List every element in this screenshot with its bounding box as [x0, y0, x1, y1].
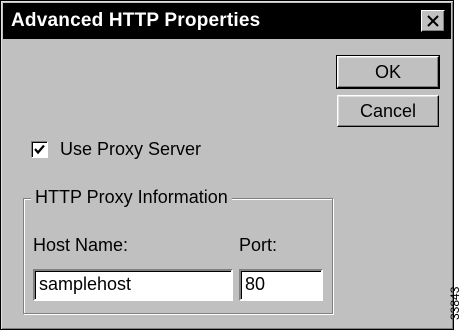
close-x-icon	[427, 15, 439, 27]
use-proxy-row[interactable]: Use Proxy Server	[31, 139, 201, 160]
port-input[interactable]: 80	[239, 269, 323, 301]
host-name-input[interactable]: samplehost	[33, 269, 233, 301]
title-bar[interactable]: Advanced HTTP Properties	[3, 3, 451, 39]
close-button[interactable]	[421, 10, 445, 32]
ok-button[interactable]: OK	[336, 55, 440, 89]
dialog-title: Advanced HTTP Properties	[11, 10, 261, 31]
use-proxy-checkbox[interactable]	[31, 141, 48, 158]
cancel-button[interactable]: Cancel	[337, 95, 439, 127]
http-proxy-group-title: HTTP Proxy Information	[31, 187, 232, 208]
port-label: Port:	[239, 235, 278, 255]
use-proxy-label: Use Proxy Server	[60, 139, 202, 159]
figure-code: 33843	[448, 286, 462, 320]
advanced-http-properties-dialog: Advanced HTTP Properties OK Cancel Use P…	[0, 0, 454, 330]
host-name-label: Host Name:	[33, 235, 129, 255]
checkmark-icon	[34, 144, 45, 155]
